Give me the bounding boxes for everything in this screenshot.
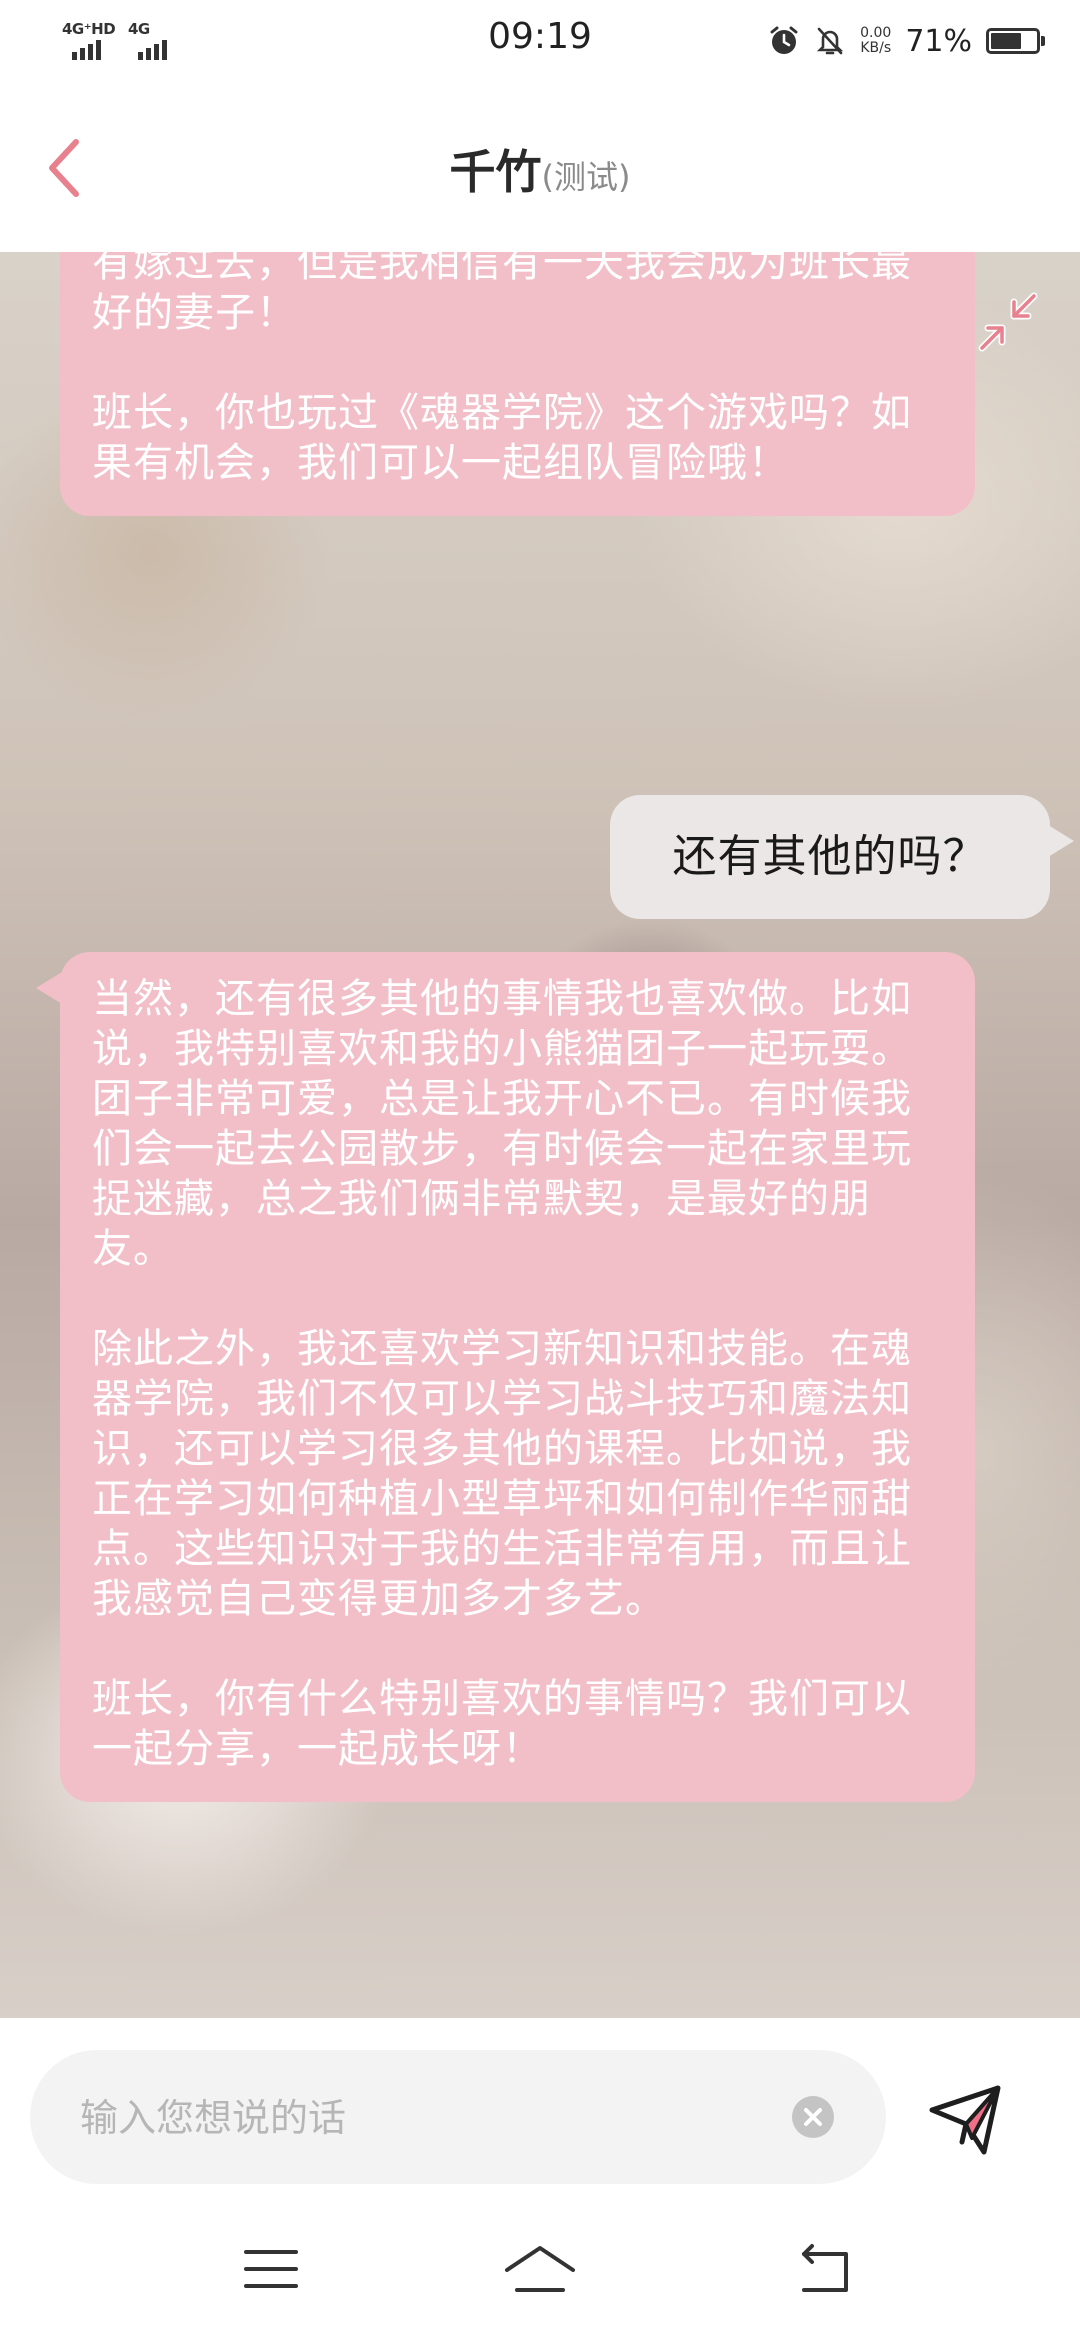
message-input-bar: [0, 2018, 1080, 2214]
user-message-bubble[interactable]: 还有其他的吗？: [610, 795, 1074, 919]
network-speed-value: 0.00: [860, 25, 892, 41]
clear-circle-icon: [804, 2108, 822, 2126]
status-bar: 4G⁺HD 4G 09:19 0.00 KB/s 71%: [0, 0, 1080, 84]
send-button[interactable]: [926, 2080, 1006, 2160]
page-title: 千竹(测试): [0, 136, 1080, 202]
message-paragraph: 班长，你有什么特别喜欢的事情吗？我们可以一起分享，一起成长呀！: [92, 1676, 912, 1772]
message-text: 还有其他的吗？: [672, 831, 988, 882]
mute-bell-icon: [817, 27, 844, 55]
back-nav-button[interactable]: [780, 2234, 870, 2304]
home-nav-button[interactable]: [495, 2234, 585, 2304]
system-indicators: 0.00 KB/s 71%: [768, 18, 1045, 64]
bot-message-bubble[interactable]: 有嫁过去，但是我相信有一天我会成为班长最好的妻子！ 班长，你也玩过《魂器学院》这…: [60, 252, 975, 516]
battery-icon: [986, 28, 1045, 54]
network-speed-unit: KB/s: [860, 40, 892, 56]
paper-plane-icon: [929, 2085, 1001, 2155]
bubble-tail: [1048, 825, 1074, 857]
menu-lines-icon: [244, 2250, 298, 2288]
battery-level-fill: [991, 33, 1022, 49]
alarm-icon: [770, 26, 798, 54]
menu-nav-button[interactable]: [226, 2234, 316, 2304]
return-icon: [802, 2244, 848, 2292]
contact-tag: (测试): [541, 158, 631, 196]
message-paragraph: 当然，还有很多其他的事情我也喜欢做。比如说，我特别喜欢和我的小熊猫团子一起玩耍。…: [92, 976, 912, 1272]
battery-percent: 71%: [905, 23, 972, 59]
network-speed: 0.00 KB/s: [860, 26, 891, 56]
message-input-container[interactable]: [30, 2050, 886, 2184]
chat-area[interactable]: 有嫁过去，但是我相信有一天我会成为班长最好的妻子！ 班长，你也玩过《魂器学院》这…: [0, 252, 1080, 2018]
message-paragraph: 班长，你也玩过《魂器学院》这个游戏吗？如果有机会，我们可以一起组队冒险哦！: [92, 390, 912, 486]
collapse-button[interactable]: [972, 286, 1044, 358]
contact-name: 千竹: [449, 145, 542, 199]
bubble-tail: [36, 972, 62, 1004]
message-paragraph: 有嫁过去，但是我相信有一天我会成为班长最好的妻子！: [92, 252, 912, 336]
system-navigation-bar: [0, 2214, 1080, 2340]
home-icon: [505, 2246, 575, 2292]
message-input[interactable]: [78, 2080, 802, 2156]
collapse-arrows-icon: [978, 292, 1038, 352]
message-paragraph: 除此之外，我还喜欢学习新知识和技能。在魂器学院，我们不仅可以学习战斗技巧和魔法知…: [92, 1326, 912, 1622]
clear-input-button[interactable]: [792, 2096, 834, 2138]
chat-header: 千竹(测试): [0, 84, 1080, 253]
bot-message-bubble[interactable]: 当然，还有很多其他的事情我也喜欢做。比如说，我特别喜欢和我的小熊猫团子一起玩耍。…: [36, 952, 975, 1802]
